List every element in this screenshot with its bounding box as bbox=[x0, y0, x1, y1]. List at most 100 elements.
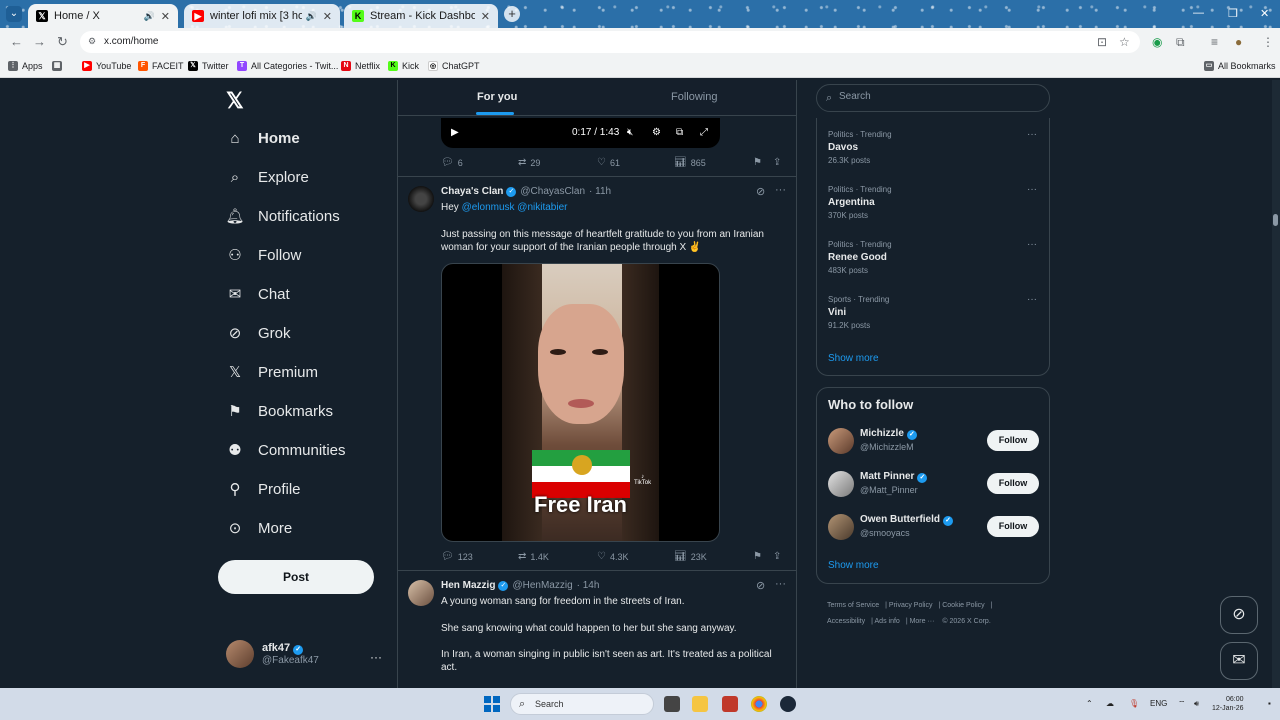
nav-profile[interactable]: ⚲ Profile bbox=[226, 480, 301, 499]
app-icon[interactable] bbox=[722, 696, 738, 712]
bookmark-twitch[interactable]: T All Categories - Twit... bbox=[237, 61, 338, 71]
tab-following[interactable]: Following bbox=[671, 91, 717, 103]
more-options-icon[interactable]: ··· bbox=[775, 184, 786, 196]
author-name[interactable]: Chaya's Clan bbox=[441, 186, 503, 197]
tweet-avatar[interactable] bbox=[408, 186, 434, 212]
steam-icon[interactable] bbox=[780, 696, 796, 712]
tray-overflow-icon[interactable]: ⌃ bbox=[1086, 699, 1093, 708]
trend-item[interactable]: Sports · Trending Vini 91.2K posts bbox=[828, 295, 889, 330]
volume-icon[interactable]: 🔊︎ bbox=[1194, 699, 1199, 709]
close-tab-icon[interactable]: ✕ bbox=[161, 10, 170, 23]
new-tab-button[interactable]: + bbox=[504, 6, 520, 22]
forward-icon[interactable]: → bbox=[33, 34, 46, 49]
microphone-icon[interactable]: 🎙︎ bbox=[1129, 699, 1139, 708]
grok-icon[interactable]: ⊘ bbox=[756, 579, 765, 592]
bookmark-kick[interactable]: K Kick bbox=[388, 61, 419, 71]
trend-item[interactable]: Politics · Trending Renee Good 483K post… bbox=[828, 240, 892, 275]
profile-avatar-icon[interactable]: ● bbox=[1235, 35, 1242, 49]
repost-button[interactable]: ⇄ 1.4K bbox=[518, 551, 549, 562]
taskbar-clock[interactable]: 06:00 12-Jan-26 bbox=[1212, 695, 1244, 713]
nav-more[interactable]: ⊙ More bbox=[226, 519, 292, 538]
site-info-icon[interactable]: ⚙ bbox=[88, 36, 96, 47]
bookmark-chatgpt[interactable]: ◎ ChatGPT bbox=[428, 61, 480, 71]
trend-more-icon[interactable]: ··· bbox=[1027, 294, 1037, 305]
author-handle[interactable]: @ChayasClan bbox=[520, 186, 585, 197]
mentions-link[interactable]: @elonmusk @nikitabier bbox=[462, 202, 568, 213]
media-control-icon[interactable]: ≡ bbox=[1211, 35, 1218, 49]
chrome-icon[interactable] bbox=[751, 696, 767, 712]
close-tab-icon[interactable]: ✕ bbox=[481, 10, 490, 23]
nav-notifications[interactable]: 🔔︎ Notifications bbox=[225, 207, 339, 226]
bookmark-button[interactable]: ⚑ bbox=[753, 157, 766, 168]
share-button[interactable]: ⇪ bbox=[773, 551, 785, 562]
speaker-icon[interactable]: 🔊 bbox=[144, 11, 155, 22]
repost-button[interactable]: ⇄ 29 bbox=[518, 157, 540, 168]
search-box[interactable]: ⌕ bbox=[816, 84, 1050, 112]
nav-grok[interactable]: ⊘ Grok bbox=[226, 324, 291, 343]
wifi-icon[interactable]: ⌔ bbox=[1178, 699, 1186, 709]
all-bookmarks[interactable]: ▭ All Bookmarks bbox=[1204, 61, 1276, 71]
chrome-menu-icon[interactable]: ⋮ bbox=[1262, 35, 1274, 49]
minimize-icon[interactable]: — bbox=[1193, 7, 1204, 19]
bookmark-netflix[interactable]: N Netflix bbox=[341, 61, 380, 71]
ads-info-link[interactable]: Ads info bbox=[875, 618, 900, 625]
x-logo-icon[interactable]: 𝕏 bbox=[226, 88, 244, 114]
bookmark-faceit[interactable]: F FACEIT bbox=[138, 61, 184, 71]
follow-button[interactable]: Follow bbox=[987, 473, 1039, 494]
nav-chat[interactable]: ✉ Chat bbox=[226, 285, 290, 304]
who-to-follow-show-more-link[interactable]: Show more bbox=[828, 560, 879, 571]
extensions-icon[interactable]: ⧉ bbox=[1176, 35, 1185, 50]
follow-suggestion[interactable]: Matt Pinner ✓ @Matt_Pinner Follow bbox=[828, 471, 1040, 499]
trend-more-icon[interactable]: ··· bbox=[1027, 184, 1037, 195]
nav-bookmarks[interactable]: ⚑ Bookmarks bbox=[226, 402, 333, 421]
tab-for-you[interactable]: For you bbox=[477, 91, 517, 103]
post-button[interactable]: Post bbox=[218, 560, 374, 594]
page-scrollbar[interactable] bbox=[1272, 80, 1280, 688]
follow-suggestion[interactable]: Owen Butterfield ✓ @smooyacs Follow bbox=[828, 514, 1040, 542]
trend-more-icon[interactable]: ··· bbox=[1027, 129, 1037, 140]
tweet-video[interactable]: ♪ TikTok Free Iran bbox=[441, 263, 720, 542]
reply-button[interactable]: 💬︎ 123 bbox=[441, 551, 473, 562]
nav-explore[interactable]: ⌕ Explore bbox=[226, 168, 309, 186]
follow-button[interactable]: Follow bbox=[987, 516, 1039, 537]
tweet-time[interactable]: · 14h bbox=[577, 580, 600, 591]
bookmark-youtube[interactable]: ▶ YouTube bbox=[82, 61, 131, 71]
bookmark-grid[interactable]: ▦ bbox=[52, 61, 66, 71]
account-switcher[interactable]: afk47 ✓ @Fakeafk47 bbox=[226, 640, 319, 668]
windows-start-icon[interactable] bbox=[484, 696, 500, 712]
fullscreen-icon[interactable]: ⤢ bbox=[700, 127, 708, 138]
close-window-icon[interactable]: ✕ bbox=[1260, 7, 1269, 20]
address-bar[interactable]: ⚙ x.com/home bbox=[80, 31, 1140, 53]
author-handle[interactable]: @HenMazzig bbox=[512, 580, 572, 591]
browser-tab-kick[interactable]: K Stream - Kick Dashboard ✕ bbox=[344, 4, 498, 28]
reply-button[interactable]: 💬︎ 6 bbox=[441, 157, 463, 168]
follow-suggestion[interactable]: Michizzle ✓ @MichizzleM Follow bbox=[828, 428, 1040, 456]
scrollbar-thumb[interactable] bbox=[1273, 214, 1278, 226]
speaker-icon[interactable]: 🔊 bbox=[306, 11, 317, 22]
search-input[interactable] bbox=[839, 91, 1039, 102]
trend-more-icon[interactable]: ··· bbox=[1027, 239, 1037, 250]
reload-icon[interactable]: ↻ bbox=[57, 34, 68, 50]
task-view-icon[interactable] bbox=[664, 696, 680, 712]
language-indicator[interactable]: ENG bbox=[1150, 699, 1167, 708]
more-options-icon[interactable]: ··· bbox=[775, 578, 786, 590]
settings-icon[interactable]: ⚙ bbox=[652, 127, 661, 138]
browser-tab-youtube[interactable]: ▶ winter lofi mix [3 hours] 🔊 ✕ bbox=[184, 4, 340, 28]
bookmark-apps[interactable]: ⋮ Apps bbox=[8, 61, 43, 71]
maximize-icon[interactable]: ❐ bbox=[1228, 7, 1238, 20]
bookmark-twitter[interactable]: 𝕏 Twitter bbox=[188, 61, 229, 71]
footer-more-link[interactable]: More ··· bbox=[910, 618, 935, 625]
grok-floating-icon[interactable]: ⊘ bbox=[1220, 596, 1258, 634]
mute-icon[interactable]: 🔇︎ bbox=[627, 127, 633, 138]
grammarly-icon[interactable]: ◉ bbox=[1152, 35, 1162, 49]
like-button[interactable]: ♡ 61 bbox=[597, 157, 620, 168]
like-button[interactable]: ♡ 4.3K bbox=[597, 551, 628, 562]
notification-icon[interactable]: ▪ bbox=[1268, 699, 1271, 708]
browser-tab-x-home[interactable]: 𝕏 Home / X 🔊 ✕ bbox=[28, 4, 178, 28]
grok-icon[interactable]: ⊘ bbox=[756, 185, 765, 198]
network-app-icon[interactable]: ☁ bbox=[1106, 699, 1114, 708]
close-tab-icon[interactable]: ✕ bbox=[323, 10, 332, 23]
nav-follow[interactable]: ⚇ Follow bbox=[226, 246, 301, 265]
install-app-icon[interactable]: ⊡ bbox=[1097, 35, 1107, 49]
pip-icon[interactable]: ⧉ bbox=[676, 127, 683, 138]
